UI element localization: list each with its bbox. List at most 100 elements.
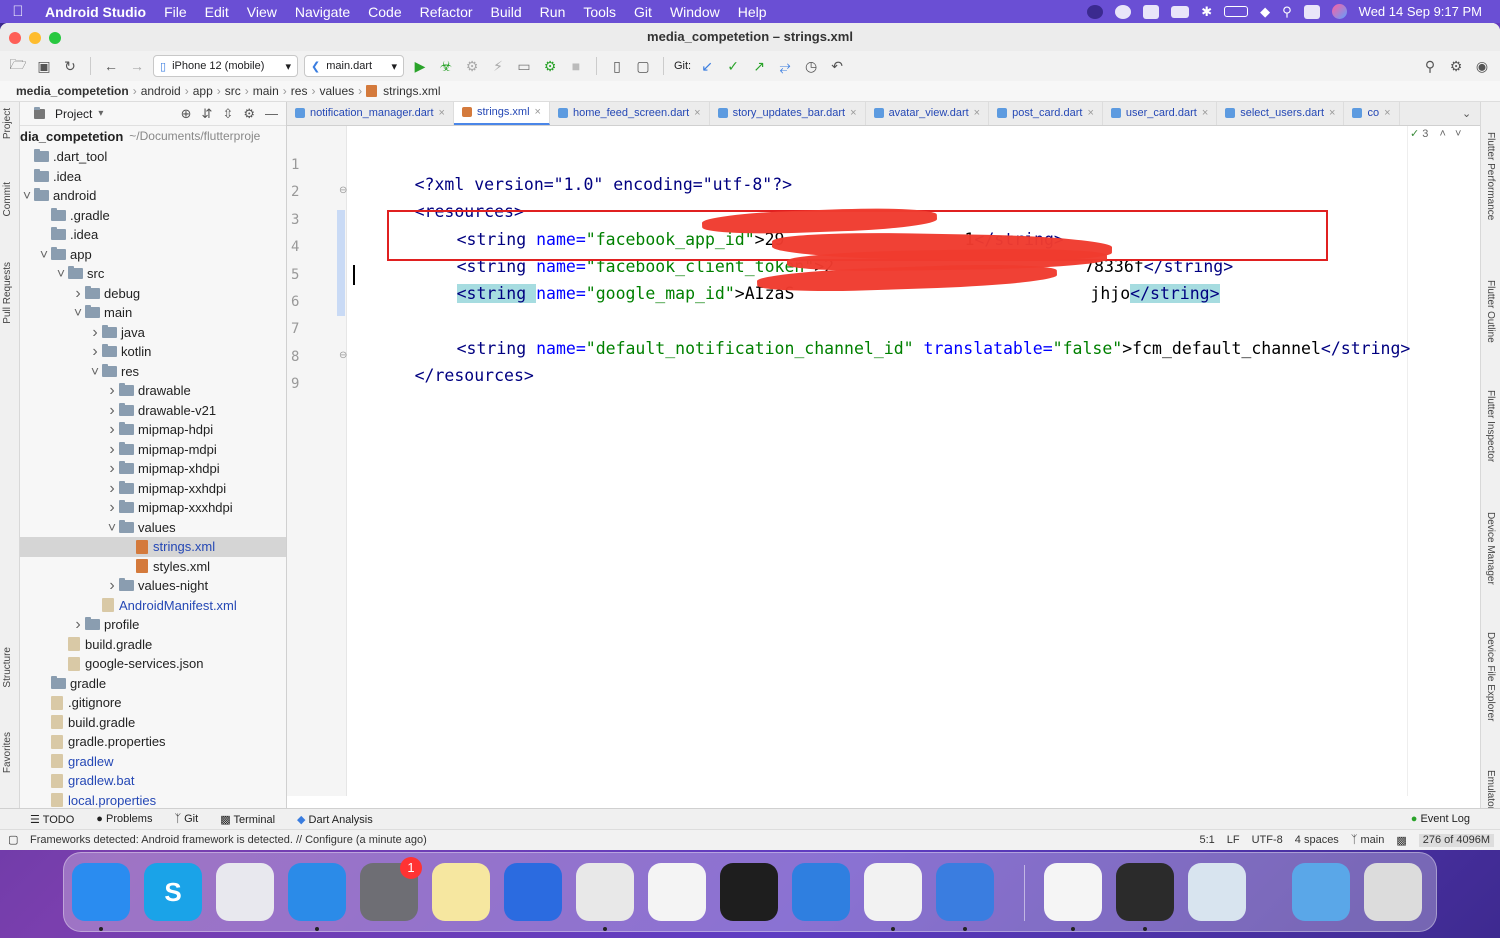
attach-debugger-icon[interactable]: ⚙ [540, 56, 560, 76]
breadcrumb-item[interactable]: android [137, 84, 185, 98]
tree-item[interactable]: › values-night [20, 576, 286, 596]
file-encoding[interactable]: UTF-8 [1252, 834, 1283, 847]
toggle-tool-windows-icon[interactable]: ▢ [8, 833, 18, 846]
tree-item[interactable]: build.gradle [20, 635, 286, 655]
terminal-tool-button[interactable]: ▩ Terminal [220, 813, 275, 826]
menu-run[interactable]: Run [531, 4, 575, 20]
emulator-tool-button[interactable]: Emulator [1485, 770, 1496, 810]
chevron-right-icon[interactable]: › [71, 284, 85, 304]
flutter-performance-tool-button[interactable]: Flutter Performance [1485, 132, 1496, 220]
dock-xcode-icon[interactable] [504, 863, 562, 921]
editor-tab[interactable]: select_users.dart × [1217, 102, 1345, 125]
tree-item[interactable]: .idea [20, 225, 286, 245]
status-message[interactable]: Frameworks detected: Android framework i… [30, 834, 427, 846]
profile-icon[interactable]: ⚙ [462, 56, 482, 76]
tree-item[interactable]: › java [20, 323, 286, 343]
dock-trash-icon[interactable] [1364, 863, 1422, 921]
chevron-right-icon[interactable]: › [88, 323, 102, 343]
chevron-down-icon[interactable]: ˅ [20, 186, 34, 206]
tree-item[interactable]: › mipmap-xxhdpi [20, 479, 286, 499]
tree-item[interactable]: google-services.json [20, 654, 286, 674]
project-panel-title[interactable]: Project [55, 107, 92, 121]
settings-gear-icon[interactable]: ⚙ [1446, 56, 1466, 76]
code-editor[interactable]: <?xml version="1.0" encoding="utf-8"?> <… [347, 126, 1480, 796]
collapse-all-icon[interactable]: ⇳ [222, 106, 233, 122]
device-selector[interactable]: ▯ iPhone 12 (mobile) ▾ [153, 55, 298, 77]
editor-tab[interactable]: home_feed_screen.dart × [550, 102, 710, 125]
memory-indicator[interactable]: 276 of 4096M [1418, 833, 1494, 847]
chevron-down-icon[interactable]: ˅ [54, 264, 68, 284]
favorites-tool-button[interactable]: Favorites [2, 732, 13, 773]
tree-item[interactable]: gradlew.bat [20, 771, 286, 791]
tree-item[interactable]: ˅ src [20, 264, 286, 284]
event-log-tool-button[interactable]: ● Event Log [1411, 813, 1500, 825]
close-window-button[interactable] [9, 32, 21, 44]
dock-vscode-icon[interactable] [1044, 863, 1102, 921]
dock-notes-icon[interactable] [432, 863, 490, 921]
sdk-manager-icon[interactable]: ▢ [633, 56, 653, 76]
close-tab-icon[interactable]: × [974, 107, 980, 119]
open-folder-icon[interactable]: 🗁 [8, 56, 28, 76]
tree-item[interactable]: › debug [20, 284, 286, 304]
close-tab-icon[interactable]: × [850, 107, 856, 119]
panel-settings-gear-icon[interactable]: ⚙ [243, 106, 255, 122]
siri-icon[interactable] [1331, 4, 1347, 19]
expand-all-icon[interactable]: ⇵ [202, 106, 213, 122]
dock-android-studio-icon[interactable] [864, 863, 922, 921]
device-file-explorer-tool-button[interactable]: Device File Explorer [1485, 632, 1496, 721]
run-icon[interactable]: ▶ [410, 56, 430, 76]
menu-file[interactable]: File [155, 4, 196, 20]
status-app-icon[interactable] [1087, 4, 1104, 19]
keyboard-icon[interactable] [1171, 5, 1190, 18]
close-tab-icon[interactable]: × [535, 106, 541, 118]
tree-item[interactable]: › profile [20, 615, 286, 635]
inspection-widget[interactable]: ✓ 3 ˄ ˅ [1410, 127, 1461, 140]
indent-setting[interactable]: 4 spaces [1295, 834, 1339, 847]
stop-icon[interactable]: ■ [566, 56, 586, 76]
vcs-change-marker[interactable] [337, 210, 345, 316]
chevron-right-icon[interactable]: › [105, 498, 119, 518]
forward-icon[interactable]: → [127, 56, 147, 76]
apply-changes-icon[interactable]: ▭ [514, 56, 534, 76]
menubar-clock[interactable]: Wed 14 Sep 9:17 PM [1359, 4, 1482, 19]
editor-tab[interactable]: user_card.dart × [1103, 102, 1218, 125]
dock-simulator-icon[interactable] [936, 863, 994, 921]
control-center-icon[interactable] [1303, 4, 1320, 19]
line-separator[interactable]: LF [1227, 834, 1240, 847]
tree-item[interactable]: › kotlin [20, 342, 286, 362]
menu-view[interactable]: View [238, 4, 286, 20]
dock-figma-icon[interactable] [720, 863, 778, 921]
chevron-right-icon[interactable]: › [105, 440, 119, 460]
save-all-icon[interactable]: ▣ [34, 56, 54, 76]
history-icon[interactable]: ◷ [801, 56, 821, 76]
chevron-down-icon[interactable]: ˅ [1455, 128, 1461, 140]
chevron-up-icon[interactable]: ˄ [1439, 128, 1445, 140]
git-update-icon[interactable]: ↙ [697, 56, 717, 76]
plugin-icon[interactable]: ◉ [1472, 56, 1492, 76]
dock-finder-icon[interactable] [72, 863, 130, 921]
close-tab-icon[interactable]: × [694, 107, 700, 119]
chevron-right-icon[interactable]: › [88, 342, 102, 362]
chevron-right-icon[interactable]: › [105, 381, 119, 401]
debug-icon[interactable]: ☣ [436, 56, 456, 76]
chevron-right-icon[interactable]: › [105, 420, 119, 440]
tree-item[interactable]: ˅ android [20, 186, 286, 206]
flutter-inspector-tool-button[interactable]: Flutter Inspector [1485, 390, 1496, 462]
menu-tools[interactable]: Tools [574, 4, 625, 20]
editor-tab[interactable]: co × [1344, 102, 1400, 125]
editor-tab[interactable]: strings.xml × [453, 102, 550, 125]
tabs-overflow-chevron-icon[interactable]: ⌄ [1462, 107, 1471, 120]
menu-edit[interactable]: Edit [196, 4, 238, 20]
commit-tool-button[interactable]: Commit [2, 182, 13, 216]
tree-item[interactable]: AndroidManifest.xml [20, 596, 286, 616]
rollback-icon[interactable]: ↶ [827, 56, 847, 76]
device-manager-tool-button[interactable]: Device Manager [1485, 512, 1496, 585]
editor-tab[interactable]: notification_manager.dart × [287, 102, 454, 125]
tree-item[interactable]: .idea [20, 167, 286, 187]
hot-reload-icon[interactable]: ⚡ [488, 56, 508, 76]
zoom-window-button[interactable] [49, 32, 61, 44]
chevron-right-icon[interactable]: › [105, 576, 119, 596]
tree-item[interactable]: styles.xml [20, 557, 286, 577]
close-tab-icon[interactable]: × [1384, 107, 1390, 119]
minimize-window-button[interactable] [29, 32, 41, 44]
